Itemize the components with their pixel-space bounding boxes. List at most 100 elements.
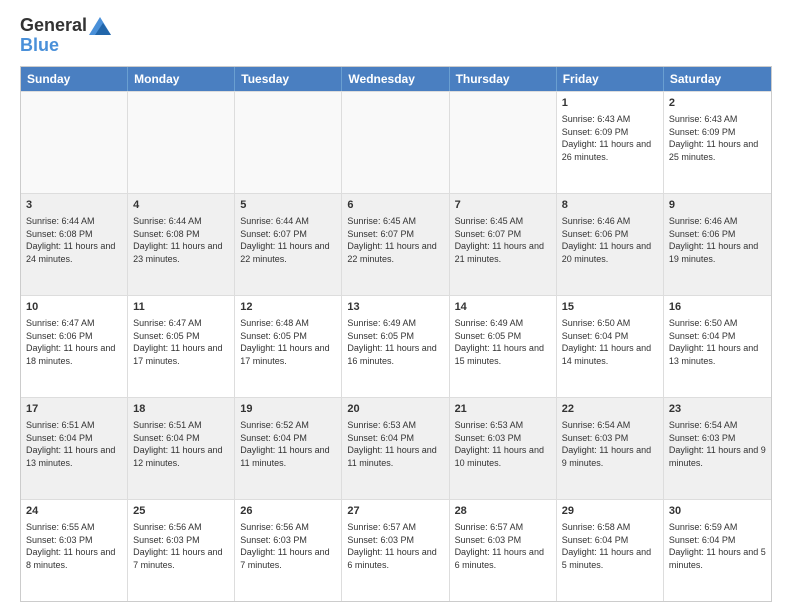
day-number: 14 [455,300,551,315]
day-header-sunday: Sunday [21,67,128,91]
cal-cell-empty [21,92,128,193]
cell-info: Sunrise: 6:59 AMSunset: 6:04 PMDaylight:… [669,521,766,571]
cell-info: Sunrise: 6:51 AMSunset: 6:04 PMDaylight:… [133,419,229,469]
day-header-tuesday: Tuesday [235,67,342,91]
page-header: General Blue [20,16,772,56]
cell-info: Sunrise: 6:48 AMSunset: 6:05 PMDaylight:… [240,317,336,367]
cell-info: Sunrise: 6:50 AMSunset: 6:04 PMDaylight:… [562,317,658,367]
cal-cell-day-18: 18 Sunrise: 6:51 AMSunset: 6:04 PMDayligh… [128,398,235,499]
cal-cell-empty [235,92,342,193]
day-number: 15 [562,300,658,315]
cell-info: Sunrise: 6:58 AMSunset: 6:04 PMDaylight:… [562,521,658,571]
cal-cell-day-12: 12 Sunrise: 6:48 AMSunset: 6:05 PMDayligh… [235,296,342,397]
day-header-friday: Friday [557,67,664,91]
day-number: 8 [562,198,658,213]
day-number: 26 [240,504,336,519]
cal-row-2: 3 Sunrise: 6:44 AMSunset: 6:08 PMDaylight… [21,193,771,295]
cell-info: Sunrise: 6:43 AMSunset: 6:09 PMDaylight:… [562,113,658,163]
cell-info: Sunrise: 6:46 AMSunset: 6:06 PMDaylight:… [562,215,658,265]
cell-info: Sunrise: 6:43 AMSunset: 6:09 PMDaylight:… [669,113,766,163]
cal-cell-day-23: 23 Sunrise: 6:54 AMSunset: 6:03 PMDayligh… [664,398,771,499]
day-number: 12 [240,300,336,315]
cell-info: Sunrise: 6:49 AMSunset: 6:05 PMDaylight:… [455,317,551,367]
day-number: 30 [669,504,766,519]
day-number: 29 [562,504,658,519]
cal-cell-day-14: 14 Sunrise: 6:49 AMSunset: 6:05 PMDayligh… [450,296,557,397]
cal-cell-day-17: 17 Sunrise: 6:51 AMSunset: 6:04 PMDayligh… [21,398,128,499]
day-number: 4 [133,198,229,213]
day-number: 16 [669,300,766,315]
cal-cell-day-29: 29 Sunrise: 6:58 AMSunset: 6:04 PMDayligh… [557,500,664,601]
logo-blue: Blue [20,36,111,56]
cal-cell-empty [342,92,449,193]
cal-cell-day-10: 10Sunrise: 6:47 AMSunset: 6:06 PMDayligh… [21,296,128,397]
cal-cell-day-24: 24 Sunrise: 6:55 AMSunset: 6:03 PMDayligh… [21,500,128,601]
cal-cell-day-30: 30 Sunrise: 6:59 AMSunset: 6:04 PMDayligh… [664,500,771,601]
day-number: 6 [347,198,443,213]
day-number: 21 [455,402,551,417]
cell-info: Sunrise: 6:52 AMSunset: 6:04 PMDaylight:… [240,419,336,469]
cal-cell-day-11: 11Sunrise: 6:47 AMSunset: 6:05 PMDayligh… [128,296,235,397]
cell-info: Sunrise: 6:50 AMSunset: 6:04 PMDaylight:… [669,317,766,367]
day-number: 9 [669,198,766,213]
cal-row-3: 10Sunrise: 6:47 AMSunset: 6:06 PMDayligh… [21,295,771,397]
day-number: 18 [133,402,229,417]
cal-cell-day-15: 15 Sunrise: 6:50 AMSunset: 6:04 PMDayligh… [557,296,664,397]
cal-cell-day-5: 5 Sunrise: 6:44 AMSunset: 6:07 PMDaylight… [235,194,342,295]
cal-cell-day-9: 9 Sunrise: 6:46 AMSunset: 6:06 PMDaylight… [664,194,771,295]
day-number: 24 [26,504,122,519]
day-number: 7 [455,198,551,213]
cal-cell-day-20: 20 Sunrise: 6:53 AMSunset: 6:04 PMDayligh… [342,398,449,499]
day-number: 17 [26,402,122,417]
cell-info: Sunrise: 6:44 AMSunset: 6:08 PMDaylight:… [133,215,229,265]
cal-cell-day-4: 4 Sunrise: 6:44 AMSunset: 6:08 PMDaylight… [128,194,235,295]
day-number: 2 [669,96,766,111]
cell-info: Sunrise: 6:49 AMSunset: 6:05 PMDaylight:… [347,317,443,367]
cell-info: Sunrise: 6:51 AMSunset: 6:04 PMDaylight:… [26,419,122,469]
cell-info: Sunrise: 6:57 AMSunset: 6:03 PMDaylight:… [455,521,551,571]
cal-cell-day-7: 7Sunrise: 6:45 AMSunset: 6:07 PMDaylight… [450,194,557,295]
cell-info: Sunrise: 6:54 AMSunset: 6:03 PMDaylight:… [669,419,766,469]
cal-cell-day-8: 8 Sunrise: 6:46 AMSunset: 6:06 PMDaylight… [557,194,664,295]
cell-info: Sunrise: 6:44 AMSunset: 6:08 PMDaylight:… [26,215,122,265]
cal-cell-day-16: 16 Sunrise: 6:50 AMSunset: 6:04 PMDayligh… [664,296,771,397]
day-number: 23 [669,402,766,417]
cal-cell-day-21: 21 Sunrise: 6:53 AMSunset: 6:03 PMDayligh… [450,398,557,499]
day-number: 20 [347,402,443,417]
day-header-monday: Monday [128,67,235,91]
cal-cell-day-19: 19 Sunrise: 6:52 AMSunset: 6:04 PMDayligh… [235,398,342,499]
cell-info: Sunrise: 6:47 AMSunset: 6:06 PMDaylight:… [26,317,122,367]
day-number: 22 [562,402,658,417]
cal-cell-day-22: 22 Sunrise: 6:54 AMSunset: 6:03 PMDayligh… [557,398,664,499]
cal-cell-day-3: 3 Sunrise: 6:44 AMSunset: 6:08 PMDaylight… [21,194,128,295]
cal-row-5: 24 Sunrise: 6:55 AMSunset: 6:03 PMDayligh… [21,499,771,601]
logo: General Blue [20,16,111,56]
cell-info: Sunrise: 6:53 AMSunset: 6:03 PMDaylight:… [455,419,551,469]
calendar-body: 1 Sunrise: 6:43 AMSunset: 6:09 PMDaylight… [21,91,771,601]
cell-info: Sunrise: 6:57 AMSunset: 6:03 PMDaylight:… [347,521,443,571]
calendar: SundayMondayTuesdayWednesdayThursdayFrid… [20,66,772,602]
day-number: 28 [455,504,551,519]
day-number: 5 [240,198,336,213]
cal-row-1: 1 Sunrise: 6:43 AMSunset: 6:09 PMDaylight… [21,91,771,193]
day-number: 3 [26,198,122,213]
cal-cell-day-27: 27Sunrise: 6:57 AMSunset: 6:03 PMDayligh… [342,500,449,601]
day-number: 25 [133,504,229,519]
day-header-wednesday: Wednesday [342,67,449,91]
calendar-header: SundayMondayTuesdayWednesdayThursdayFrid… [21,67,771,91]
cal-cell-day-25: 25 Sunrise: 6:56 AMSunset: 6:03 PMDayligh… [128,500,235,601]
day-number: 19 [240,402,336,417]
day-number: 1 [562,96,658,111]
cell-info: Sunrise: 6:44 AMSunset: 6:07 PMDaylight:… [240,215,336,265]
cal-cell-empty [128,92,235,193]
day-header-thursday: Thursday [450,67,557,91]
cell-info: Sunrise: 6:56 AMSunset: 6:03 PMDaylight:… [240,521,336,571]
cal-cell-day-6: 6Sunrise: 6:45 AMSunset: 6:07 PMDaylight… [342,194,449,295]
cal-cell-day-13: 13 Sunrise: 6:49 AMSunset: 6:05 PMDayligh… [342,296,449,397]
cell-info: Sunrise: 6:55 AMSunset: 6:03 PMDaylight:… [26,521,122,571]
cell-info: Sunrise: 6:53 AMSunset: 6:04 PMDaylight:… [347,419,443,469]
cell-info: Sunrise: 6:54 AMSunset: 6:03 PMDaylight:… [562,419,658,469]
day-number: 13 [347,300,443,315]
cell-info: Sunrise: 6:46 AMSunset: 6:06 PMDaylight:… [669,215,766,265]
cell-info: Sunrise: 6:56 AMSunset: 6:03 PMDaylight:… [133,521,229,571]
